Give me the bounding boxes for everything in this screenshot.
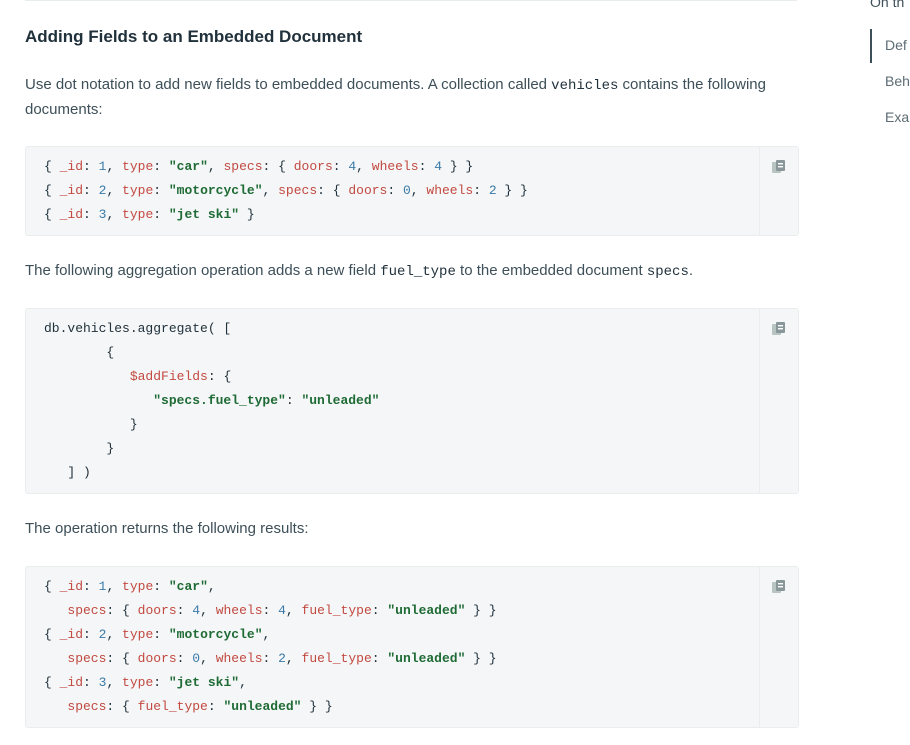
toc-item-behavior[interactable]: Beh (885, 73, 910, 89)
code-line: specs: { fuel_type: "unleaded" } } (67, 699, 333, 714)
toc-active-indicator (870, 29, 872, 63)
code-line: ] ) (44, 465, 91, 480)
copy-column (759, 309, 798, 493)
inline-code-vehicles: vehicles (551, 78, 619, 94)
docs-page: Adding Fields to an Embedded Document Us… (0, 0, 910, 745)
toc-item-examples[interactable]: Exa (885, 109, 909, 125)
inline-code-fuel-type: fuel_type (380, 264, 456, 280)
toc-item-definition[interactable]: Def (885, 37, 907, 53)
para2-text-mid: to the embedded document (455, 262, 647, 279)
code-line: db.vehicles.aggregate( [ (44, 321, 232, 336)
code-block-aggregation: db.vehicles.aggregate( [ { $addFields: {… (25, 308, 799, 494)
code-line: } (44, 441, 115, 456)
code-documents: { _id: 1, type: "car", specs: { doors: 4… (44, 155, 528, 227)
copy-icon[interactable] (770, 158, 788, 176)
copy-column (759, 567, 798, 727)
aggregation-paragraph: The following aggregation operation adds… (25, 259, 800, 284)
code-line: $addFields: { (129, 369, 232, 384)
code-block-results: { _id: 1, type: "car", specs: { doors: 4… (25, 566, 799, 728)
code-results: { _id: 1, type: "car", specs: { doors: 4… (44, 575, 497, 719)
code-aggregation: db.vehicles.aggregate( [ { $addFields: {… (44, 317, 379, 485)
copy-icon[interactable] (770, 578, 788, 596)
code-line: { _id: 2, type: "motorcycle", (44, 627, 271, 642)
intro-text-before: Use dot notation to add new fields to em… (25, 76, 552, 93)
para2-text-before: The following aggregation operation adds… (25, 262, 381, 279)
code-line: specs: { doors: 0, wheels: 2, fuel_type:… (67, 651, 497, 666)
code-block-documents: { _id: 1, type: "car", specs: { doors: 4… (25, 146, 799, 236)
copy-column (759, 147, 798, 235)
intro-paragraph: Use dot notation to add new fields to em… (25, 73, 800, 122)
code-line: { _id: 1, type: "car", (44, 579, 216, 594)
code-line: { _id: 1, type: "car", specs: { doors: 4… (44, 159, 474, 174)
inline-code-specs: specs (646, 264, 689, 280)
code-line: { _id: 3, type: "jet ski", (44, 675, 247, 690)
toc-title: On th (870, 0, 905, 10)
divider (25, 0, 797, 1)
code-line: specs: { doors: 4, wheels: 4, fuel_type:… (67, 603, 497, 618)
code-line: "specs.fuel_type": "unleaded" (153, 393, 380, 408)
code-line: { (44, 345, 115, 360)
results-paragraph: The operation returns the following resu… (25, 520, 309, 537)
copy-icon[interactable] (770, 320, 788, 338)
code-line: { _id: 2, type: "motorcycle", specs: { d… (44, 183, 528, 198)
para2-text-after: . (688, 262, 694, 279)
section-heading: Adding Fields to an Embedded Document (25, 27, 363, 46)
code-line: { _id: 3, type: "jet ski" } (44, 207, 255, 222)
code-line: } (44, 417, 138, 432)
on-this-page-toc: On th Def Beh Exa (870, 0, 910, 745)
